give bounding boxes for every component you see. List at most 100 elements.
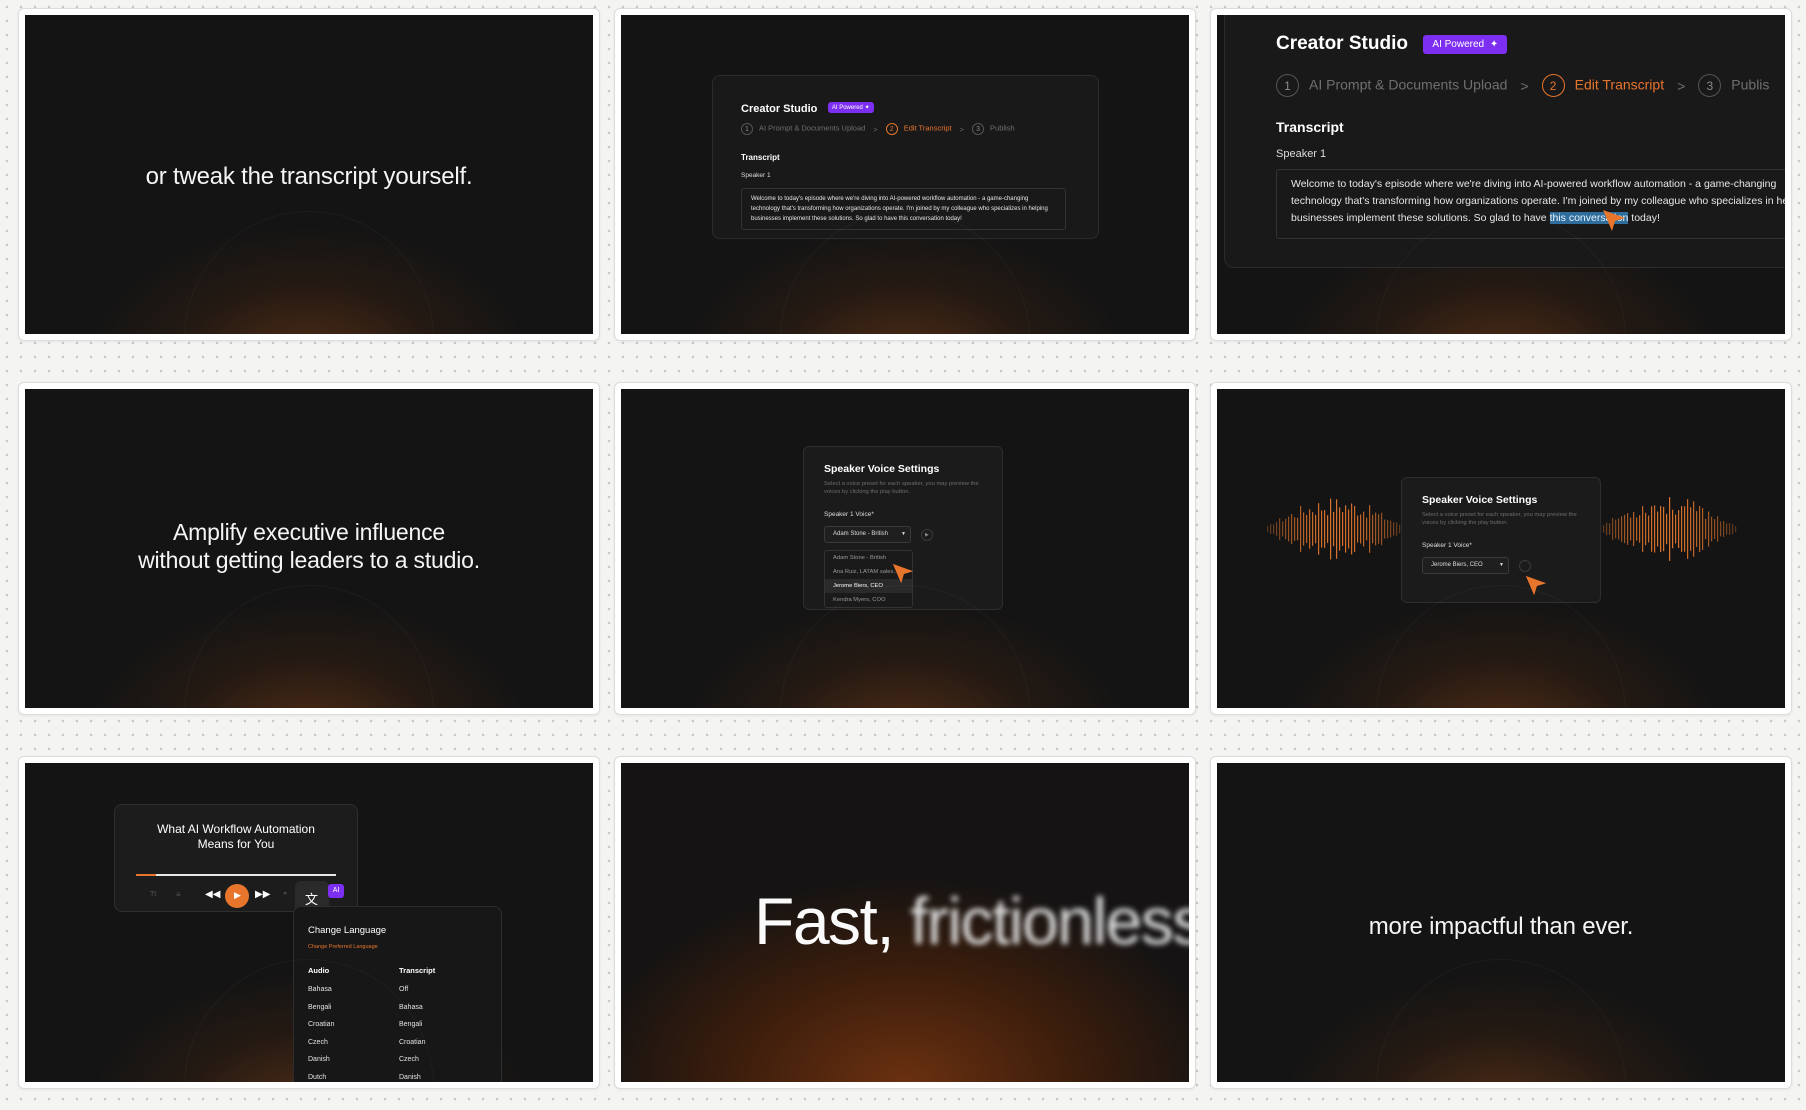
transcript-text: Welcome to today's episode where we're d… — [1291, 178, 1785, 224]
transcript-language-option[interactable]: Bengali — [399, 1021, 425, 1039]
slide-frame-6[interactable]: Speaker Voice Settings Select a voice pr… — [1210, 382, 1792, 715]
waveform-bar — [1363, 511, 1365, 547]
step-number: 3 — [972, 123, 985, 135]
audio-language-option[interactable]: Bahasa — [308, 986, 334, 1004]
step-number: 3 — [1698, 74, 1722, 97]
slide-6: Speaker Voice Settings Select a voice pr… — [1217, 389, 1785, 708]
step-edit-transcript[interactable]: 2 Edit Transcript — [885, 123, 952, 135]
waveform-bar — [1666, 513, 1668, 545]
waveform-bar — [1603, 525, 1605, 533]
panel-title: Speaker Voice Settings — [824, 463, 940, 475]
preview-play-button[interactable]: ▶ — [921, 529, 933, 541]
step-publish[interactable]: 3 Publish — [972, 123, 1015, 135]
waveform-bar — [1342, 512, 1344, 546]
waveform-bar — [1330, 498, 1332, 560]
waveform-bar — [1654, 505, 1656, 553]
slide-frame-2[interactable]: Creator Studio AI Powered ✦ 1 AI Prompt &… — [614, 8, 1196, 341]
change-language-panel: Change Language Change Preferred Languag… — [293, 906, 502, 1082]
waveform-bar — [1321, 510, 1323, 548]
waveform-bar — [1267, 526, 1269, 532]
waveform-bar — [1357, 515, 1359, 543]
slide-frame-7[interactable]: What AI Workflow Automation Means for Yo… — [18, 756, 600, 1089]
progress-track[interactable] — [136, 874, 336, 876]
waveform-bar — [1369, 505, 1371, 553]
panel-description: Select a voice preset for each speaker, … — [824, 481, 979, 495]
step-number: 2 — [1541, 74, 1565, 97]
transcript-language-option[interactable]: Bahasa — [399, 1004, 425, 1022]
play-button[interactable]: ▶ — [225, 884, 249, 908]
headline-word-sharp: Fast, — [754, 884, 895, 958]
step-number: 2 — [885, 123, 898, 135]
settings-dot-icon[interactable]: ● — [283, 890, 287, 897]
waveform-bar — [1384, 519, 1386, 539]
speaker-label: Speaker 1 — [1276, 148, 1327, 160]
ai-button[interactable]: AI — [328, 884, 344, 898]
audio-language-option[interactable]: Croatian — [308, 1021, 334, 1039]
waveform-bar — [1300, 506, 1302, 552]
step-upload[interactable]: 1 AI Prompt & Documents Upload — [1276, 74, 1507, 97]
waveform-bar — [1351, 503, 1353, 555]
waveform-bar — [1303, 512, 1305, 546]
slide-frame-4[interactable]: Amplify executive influence without gett… — [18, 382, 600, 715]
waveform-bar — [1663, 506, 1665, 552]
slide-frame-3[interactable]: Creator Studio AI Powered ✦ 1 AI Prompt &… — [1210, 8, 1792, 341]
step-label: Publis — [1731, 76, 1770, 93]
transcript-language-option[interactable]: Croatian — [399, 1039, 425, 1057]
audio-language-option[interactable]: Danish — [308, 1056, 334, 1074]
slide-frame-1[interactable]: or tweak the transcript yourself. — [18, 8, 600, 341]
transcript-language-option[interactable]: Off — [399, 986, 425, 1004]
waveform-bar — [1273, 524, 1275, 534]
slide-3: Creator Studio AI Powered ✦ 1 AI Prompt &… — [1217, 15, 1785, 334]
voice-option[interactable]: Kendra Myers, COO — [825, 593, 912, 607]
slide-4: Amplify executive influence without gett… — [25, 389, 593, 708]
transcript-editor[interactable]: Welcome to today's episode where we're d… — [1276, 169, 1785, 239]
rewind-icon[interactable]: ◀◀ — [205, 889, 220, 900]
waveform-bar — [1291, 514, 1293, 544]
slide-headline: more impactful than ever. — [1368, 913, 1634, 940]
step-publish[interactable]: 3 Publis — [1698, 74, 1769, 97]
slide-8: Fast, frictionless — [621, 763, 1189, 1082]
waveform-bar — [1687, 499, 1689, 559]
waveform-bar — [1639, 515, 1641, 543]
voice-dropdown[interactable]: Jerome Biers, CEO ▼ — [1422, 557, 1509, 574]
fast-forward-icon[interactable]: ▶▶ — [255, 889, 270, 900]
slide-frame-9[interactable]: more impactful than ever. — [1210, 756, 1792, 1089]
waveform-bar — [1615, 519, 1617, 539]
waveform-bar — [1360, 514, 1362, 544]
slide-headline-line-2: without getting leaders to a studio. — [138, 547, 480, 573]
step-label: Publish — [990, 123, 1015, 133]
waveform-bar — [1717, 516, 1719, 542]
slide-frame-5[interactable]: Speaker Voice Settings Select a voice pr… — [614, 382, 1196, 715]
waveform-bar — [1390, 520, 1392, 538]
transcript-language-option[interactable]: Danish — [399, 1074, 425, 1083]
field-label: Speaker 1 Voice* — [1422, 542, 1472, 549]
slide-2: Creator Studio AI Powered ✦ 1 AI Prompt &… — [621, 15, 1189, 334]
sparkle-icon: ✦ — [1489, 39, 1499, 51]
audio-language-option[interactable]: Bengali — [308, 1004, 334, 1022]
waveform-bar — [1285, 518, 1287, 540]
text-size-button[interactable]: Tt — [150, 891, 156, 898]
waveform-bar — [1309, 509, 1311, 549]
creator-studio-card-zoomed: Creator Studio AI Powered ✦ 1 AI Prompt &… — [1224, 15, 1785, 268]
list-icon[interactable]: ≡ — [176, 890, 181, 899]
ai-badge-label: AI Powered — [1432, 39, 1485, 51]
voice-dropdown[interactable]: Adam Stone - British ▼ — [824, 526, 911, 543]
step-number: 1 — [1276, 74, 1299, 97]
transcript-editor[interactable]: Welcome to today's episode where we're d… — [741, 188, 1066, 230]
audio-language-option[interactable]: Dutch — [308, 1074, 334, 1083]
step-edit-transcript[interactable]: 2 Edit Transcript — [1541, 74, 1664, 97]
waveform-bar — [1684, 506, 1686, 552]
slide-frame-8[interactable]: Fast, frictionless — [614, 756, 1196, 1089]
waveform-bar — [1393, 522, 1395, 536]
waveform-bar — [1651, 506, 1653, 552]
step-upload[interactable]: 1 AI Prompt & Documents Upload — [741, 123, 865, 135]
speaker-voice-settings-card: Speaker Voice Settings Select a voice pr… — [1401, 477, 1601, 603]
waveform-left — [1267, 498, 1404, 560]
chevron-down-icon: ▼ — [1499, 562, 1504, 568]
transcript-language-option[interactable]: Czech — [399, 1056, 425, 1074]
waveform-bar — [1720, 521, 1722, 537]
waveform-bar — [1690, 507, 1692, 551]
preview-play-button[interactable] — [1519, 560, 1531, 572]
audio-language-option[interactable]: Czech — [308, 1039, 334, 1057]
slide-7: What AI Workflow Automation Means for Yo… — [25, 763, 593, 1082]
